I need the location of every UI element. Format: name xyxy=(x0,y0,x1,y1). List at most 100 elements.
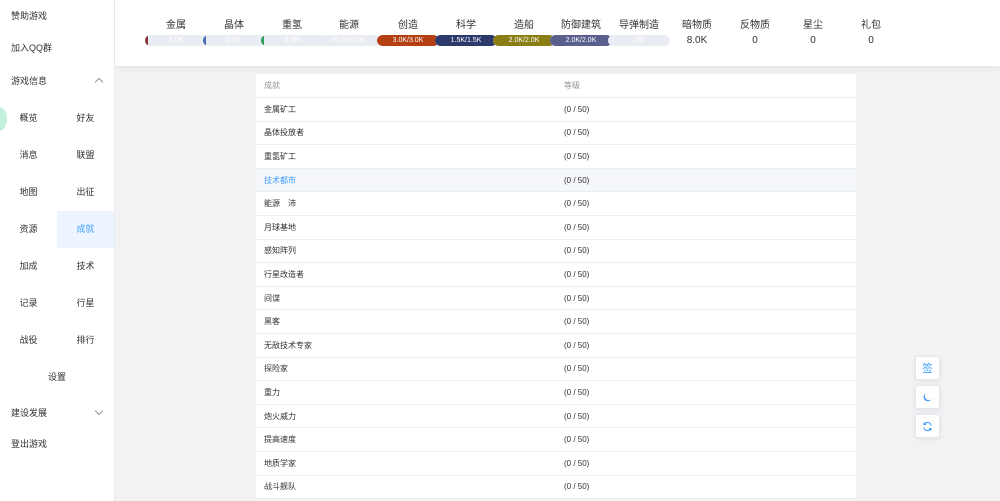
achievement-level: (0 / 50) xyxy=(564,458,590,468)
achievement-name: 地质学家 xyxy=(264,458,296,468)
table-row[interactable]: 金属矿工 (0 / 50) xyxy=(256,98,856,122)
resource-5: 科学 1.5K/1.5K xyxy=(433,16,499,46)
header-level: 等级 xyxy=(564,81,580,90)
resource-bar: -0.0K/0.0K xyxy=(318,35,380,46)
resource-bar-text: -0.0K/0.0K xyxy=(332,37,366,44)
resource-name: 晶体 xyxy=(224,20,244,31)
table-row[interactable]: 行星改造者 (0 / 50) xyxy=(256,263,856,287)
table-row[interactable]: 地质学家 (0 / 50) xyxy=(256,452,856,476)
menu-item-tech[interactable]: 技术 xyxy=(57,248,114,285)
refresh-button[interactable] xyxy=(915,414,940,438)
achievement-name: 间谍 xyxy=(264,293,280,303)
resource-bar-text: 2.0K/2.0K xyxy=(508,37,540,44)
resource-name: 创造 xyxy=(398,20,418,31)
menu-item-planets[interactable]: 行星 xyxy=(57,285,114,322)
achievement-name: 炮火威力 xyxy=(264,411,296,421)
achievement-name: 行星改造者 xyxy=(264,269,304,279)
achievement-level: (0 / 50) xyxy=(564,482,590,492)
table-row[interactable]: 重力 (0 / 50) xyxy=(256,381,856,405)
achievement-name: 提高速度 xyxy=(264,435,296,445)
resource-name: 防御建筑 xyxy=(561,20,601,31)
achievement-level: (0 / 50) xyxy=(564,246,590,256)
menu-item-friends[interactable]: 好友 xyxy=(57,100,114,137)
resource-value: 8.0K xyxy=(686,35,708,46)
table-row[interactable]: 能源 沛 (0 / 50) xyxy=(256,192,856,216)
table-row[interactable]: 间谍 (0 / 50) xyxy=(256,287,856,311)
menu-item-map[interactable]: 地图 xyxy=(0,174,57,211)
resource-value: 0 xyxy=(752,35,758,46)
resource-10: 反物质 0 xyxy=(722,16,788,47)
resource-7: 防御建筑 2.0K/2.0K xyxy=(548,16,614,46)
join-qq-link[interactable]: 加入QQ群 xyxy=(0,32,114,64)
menu-item-achievements[interactable]: 成就 xyxy=(57,211,114,248)
achievement-level: (0 / 50) xyxy=(564,293,590,303)
resource-bar-text: 1.5K/1.5K xyxy=(450,37,482,44)
resource-bar: 1.5K/1.5K xyxy=(435,35,497,46)
resource-bar: 3.0K/3.0K xyxy=(377,35,439,46)
resource-name: 导弹制造 xyxy=(619,20,659,31)
achievement-name: 金属矿工 xyxy=(264,104,296,114)
table-row[interactable]: 炮火威力 (0 / 50) xyxy=(256,405,856,429)
table-row[interactable]: 探险家 (0 / 50) xyxy=(256,358,856,382)
resource-1: 晶体 2.5K xyxy=(201,16,267,46)
achievement-name: 战斗舰队 xyxy=(264,482,296,492)
table-row[interactable]: 感知阵列 (0 / 50) xyxy=(256,240,856,264)
moon-icon xyxy=(923,392,932,401)
resource-name: 礼包 xyxy=(861,20,881,31)
menu-item-expedition[interactable]: 出征 xyxy=(57,174,114,211)
achievement-level: (0 / 50) xyxy=(564,128,590,138)
achievement-level: (0 / 50) xyxy=(564,199,590,209)
resource-9: 暗物质 8.0K xyxy=(664,16,730,47)
table-row[interactable]: 技术都市 (0 / 50) xyxy=(256,168,856,193)
table-row[interactable]: 月球基地 (0 / 50) xyxy=(256,216,856,240)
resource-bar: 2.0K/2.0K xyxy=(550,35,612,46)
table-row[interactable]: 晶体投放者 (0 / 50) xyxy=(256,122,856,146)
dark-mode-button[interactable] xyxy=(915,385,940,409)
game-info-group[interactable]: 游戏信息 xyxy=(0,64,114,96)
menu-item-alliance[interactable]: 联盟 xyxy=(57,137,114,174)
refresh-icon xyxy=(923,421,932,431)
achievement-level: (0 / 50) xyxy=(564,317,590,327)
achievement-level: (0 / 50) xyxy=(564,104,590,114)
resource-bar: 2.0K/2.0K xyxy=(493,35,555,46)
achievement-name: 技术都市 xyxy=(264,175,296,185)
menu-item-bonus[interactable]: 加成 xyxy=(0,248,57,285)
resource-bar-fill xyxy=(261,35,265,46)
resource-8: 导弹制造 0/0 xyxy=(606,16,672,46)
menu-item-ranking[interactable]: 排行 xyxy=(57,322,114,359)
table-row[interactable]: 无敌技术专家 (0 / 50) xyxy=(256,334,856,358)
menu-item-messages[interactable]: 消息 xyxy=(0,137,57,174)
menu-item-campaign[interactable]: 战役 xyxy=(0,322,57,359)
resource-bar-fill xyxy=(203,35,207,46)
resource-bar-text: 3.0K xyxy=(168,37,184,44)
build-group[interactable]: 建设发展 xyxy=(0,396,114,428)
resource-value: 0 xyxy=(868,35,874,46)
resource-value: 0 xyxy=(810,35,816,46)
table-row[interactable]: 战斗舰队 (0 / 50) xyxy=(256,476,856,500)
resource-bar-fill xyxy=(145,35,149,46)
menu-item-overview[interactable]: 概览 xyxy=(0,100,57,137)
table-row[interactable]: 提高速度 (0 / 50) xyxy=(256,428,856,452)
sign-in-button[interactable]: 签 xyxy=(915,356,940,380)
game-info-menu: 概览 好友 消息 联盟 地图 出征 资源 成就 加成 技术 记录 行星 战役 排… xyxy=(0,100,114,396)
menu-item-records[interactable]: 记录 xyxy=(0,285,57,322)
sponsor-link[interactable]: 赞助游戏 xyxy=(0,0,114,32)
sign-in-label: 签 xyxy=(922,363,933,375)
resource-name: 暗物质 xyxy=(682,20,712,31)
achievement-name: 无敌技术专家 xyxy=(264,340,312,350)
achievement-name: 能源 沛 xyxy=(264,199,296,209)
menu-item-resources[interactable]: 资源 xyxy=(0,211,57,248)
resource-name: 能源 xyxy=(339,20,359,31)
logout-link[interactable]: 登出游戏 xyxy=(0,428,114,460)
achievement-name: 黑客 xyxy=(264,317,280,327)
resource-name: 科学 xyxy=(456,20,476,31)
resource-bar-text: 0/0 xyxy=(634,37,644,44)
achievement-level: (0 / 50) xyxy=(564,269,590,279)
resource-bar-text: 2.0K/2.0K xyxy=(565,37,597,44)
resource-name: 反物质 xyxy=(740,20,770,31)
table-row[interactable]: 重氢矿工 (0 / 50) xyxy=(256,145,856,169)
resource-bar: 2.5K xyxy=(261,35,323,46)
table-row[interactable]: 黑客 (0 / 50) xyxy=(256,310,856,334)
menu-item-settings[interactable]: 设置 xyxy=(0,359,114,396)
table-body: 金属矿工 (0 / 50) 晶体投放者 (0 / 50) 重氢矿工 (0 / 50) 技术都… xyxy=(256,98,856,500)
